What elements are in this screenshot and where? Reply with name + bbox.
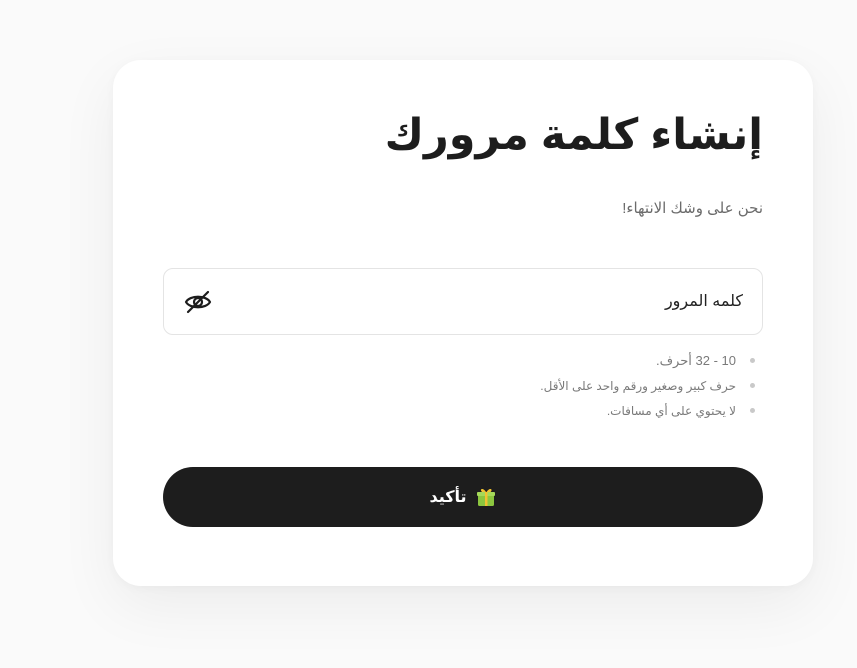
page-title: إنشاء كلمة مرورك [384,111,763,159]
gift-icon [475,486,497,508]
confirm-button-label: تأكيد [429,489,467,506]
confirm-button[interactable]: تأكيد [163,467,763,527]
page-background: إنشاء كلمة مرورك نحن على وشك الانتهاء! 1… [0,0,857,668]
page-subtitle: نحن على وشك الانتهاء! [622,200,763,217]
password-input[interactable] [214,269,762,334]
rule-text: 10 - 32 أحرف. [655,352,736,368]
bullet-dot [750,408,755,413]
rule-item: 10 - 32 أحرف. [540,348,755,373]
bullet-dot [750,358,755,363]
rule-item: لا يحتوي على أي مسافات. [540,398,755,423]
bullet-dot [750,383,755,388]
password-rules: 10 - 32 أحرف. حرف كبير وصغير ورقم واحد ع… [540,348,755,423]
password-card: إنشاء كلمة مرورك نحن على وشك الانتهاء! 1… [113,60,813,586]
rule-item: حرف كبير وصغير ورقم واحد على الأقل. [540,373,755,398]
password-field [163,268,763,335]
eye-off-icon[interactable] [182,286,214,318]
rule-text: لا يحتوي على أي مسافات. [606,403,736,418]
rule-text: حرف كبير وصغير ورقم واحد على الأقل. [540,378,736,393]
